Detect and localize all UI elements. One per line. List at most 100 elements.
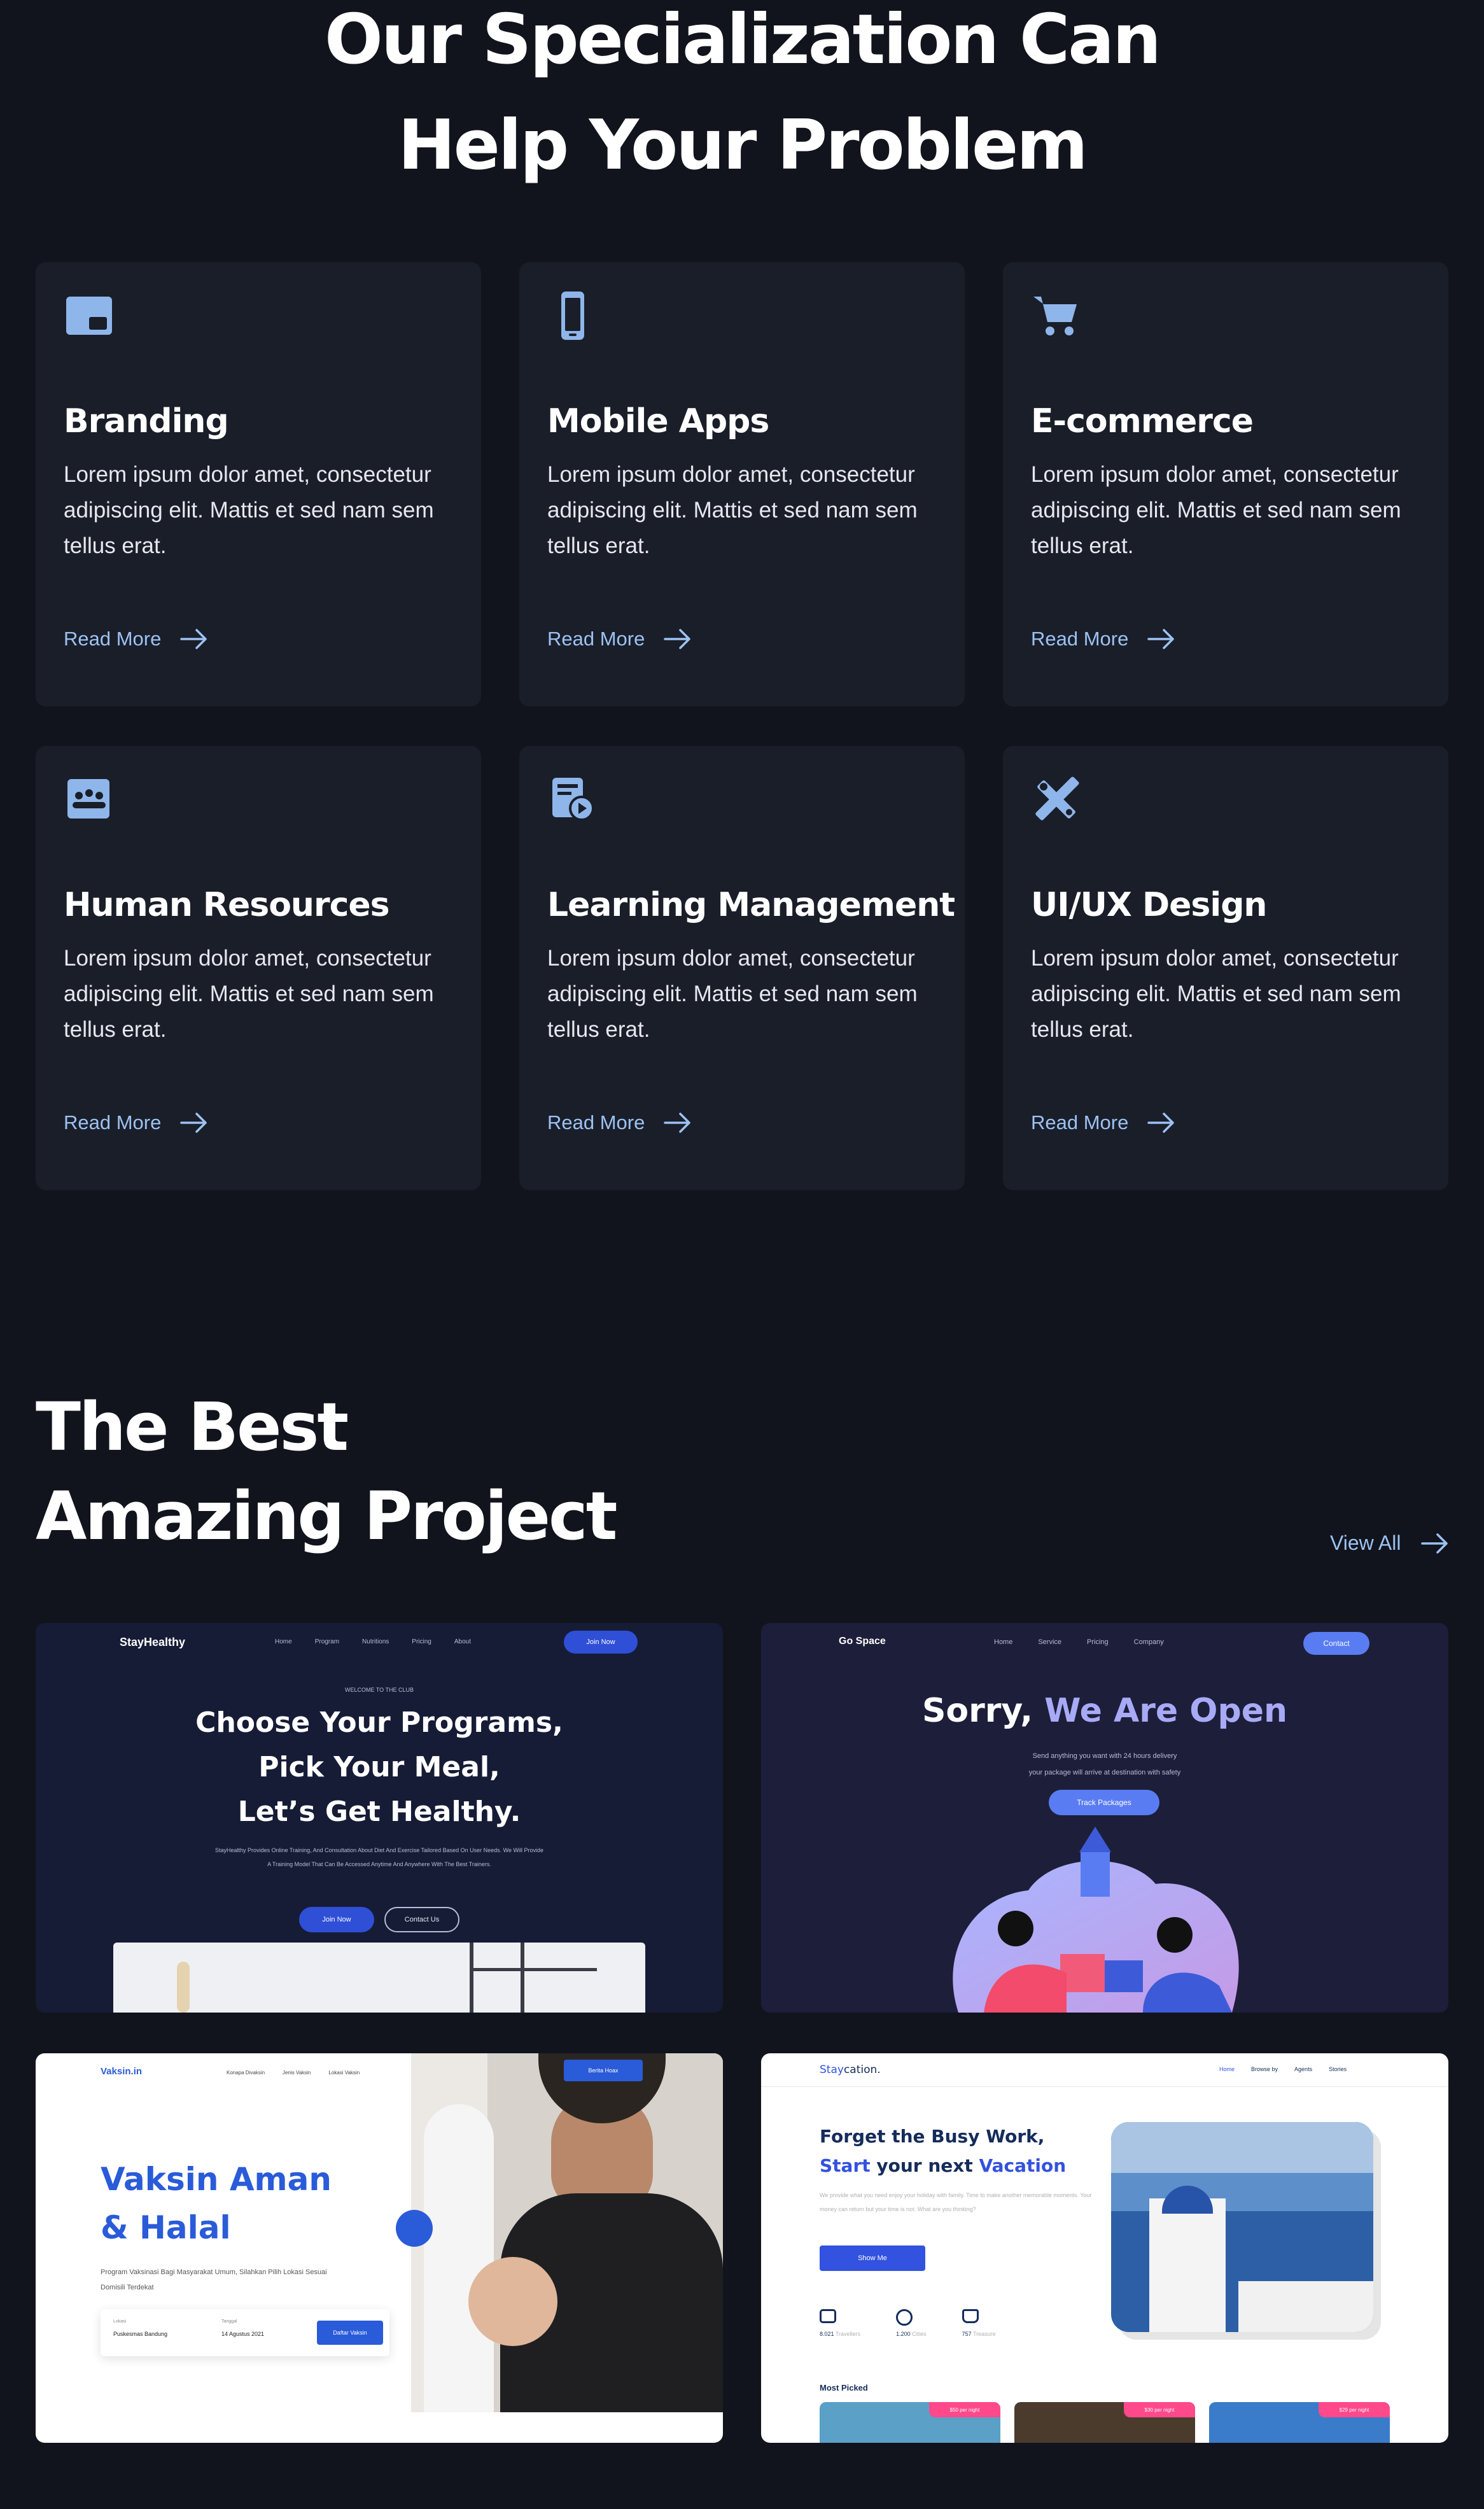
project-nav-item: Browse by bbox=[1251, 2066, 1278, 2072]
form-field-value: Puskesmas Bandung bbox=[113, 2331, 168, 2337]
service-card-human-resources: Human Resources Lorem ipsum dolor amet, … bbox=[36, 746, 481, 1190]
project-card-staycation[interactable]: Staycation. Home Browse by Agents Storie… bbox=[761, 2053, 1448, 2443]
project-booking-form: Lokasi Puskesmas Bandung Tanggal 14 Agus… bbox=[101, 2309, 389, 2356]
read-more-link[interactable]: Read More bbox=[1031, 1111, 1175, 1134]
read-more-label: Read More bbox=[1031, 1111, 1129, 1134]
project-nav: Home Browse by Agents Stories bbox=[1219, 2066, 1347, 2072]
service-title: Mobile Apps bbox=[547, 402, 769, 440]
arrow-right-icon bbox=[180, 1113, 207, 1133]
shopping-cart-icon bbox=[1031, 290, 1082, 341]
service-card-learning-management: Learning Management Lorem ipsum dolor am… bbox=[519, 746, 965, 1190]
project-nav-item: Pricing bbox=[412, 1638, 431, 1645]
project-nav-item: Company bbox=[1133, 1638, 1164, 1646]
service-description: Lorem ipsum dolor amet, consectetur adip… bbox=[1031, 946, 1401, 1042]
video-lesson-icon bbox=[547, 774, 598, 825]
stat-number: 1.200 bbox=[896, 2331, 911, 2337]
project-nav-item: Konapa Divaksin bbox=[227, 2070, 265, 2076]
read-more-link[interactable]: Read More bbox=[1031, 628, 1175, 650]
project-primary-button: Show Me bbox=[820, 2245, 925, 2271]
compass-icon bbox=[896, 2309, 913, 2326]
project-card-stayhealthy[interactable]: StayHealthy Home Program Nutritions Pric… bbox=[36, 1623, 723, 2013]
service-title: Learning Management bbox=[547, 886, 955, 924]
stat-item: 757 Treasure bbox=[962, 2309, 996, 2337]
service-title: E-commerce bbox=[1031, 402, 1254, 440]
project-brand: Staycation. bbox=[820, 2063, 881, 2076]
projects-title: The Best Amazing Project bbox=[36, 1382, 617, 1561]
project-brand: Go Space bbox=[839, 1636, 886, 1647]
read-more-link[interactable]: Read More bbox=[64, 628, 208, 650]
section-title-line-2: Help Your Problem bbox=[398, 106, 1088, 185]
service-description: Lorem ipsum dolor amet, consectetur adip… bbox=[64, 462, 434, 558]
project-body: Program Vaksinasi Bagi Masyarakat Umum, … bbox=[101, 2268, 327, 2291]
project-brand: StayHealthy bbox=[120, 1636, 186, 1648]
read-more-link[interactable]: Read More bbox=[64, 1111, 208, 1134]
project-body: StayHealthy Provides Online Training, An… bbox=[215, 1847, 543, 1867]
read-more-label: Read More bbox=[64, 628, 162, 650]
arrow-right-icon bbox=[1147, 629, 1175, 649]
stat-label: Treasure bbox=[973, 2331, 996, 2337]
stat-number: 8.021 bbox=[820, 2331, 834, 2337]
project-headline: Vaksin Aman & Halal bbox=[101, 2155, 332, 2252]
read-more-label: Read More bbox=[1031, 628, 1129, 650]
arrow-right-icon bbox=[1147, 1113, 1175, 1133]
price-badge: $30 per night bbox=[1124, 2402, 1195, 2417]
project-eyebrow: WELCOME TO THE CLUB bbox=[344, 1687, 414, 1693]
price-badge: $50 per night bbox=[929, 2402, 1000, 2417]
read-more-link[interactable]: Read More bbox=[547, 628, 692, 650]
project-nav-item: Home bbox=[275, 1638, 292, 1645]
project-stats: 8.021 Travellers 1.200 Cities 757 Treasu… bbox=[820, 2309, 996, 2337]
project-hero-photo bbox=[1111, 2122, 1373, 2332]
service-description: Lorem ipsum dolor amet, consectetur adip… bbox=[547, 946, 918, 1042]
stat-label: Cities bbox=[912, 2331, 927, 2337]
arrow-right-icon bbox=[1421, 1533, 1448, 1554]
project-hero-photo bbox=[411, 2053, 723, 2412]
projects-title-line-2: Amazing Project bbox=[36, 1477, 617, 1555]
stat-label: Travellers bbox=[835, 2331, 861, 2337]
view-all-link[interactable]: View All bbox=[1330, 1531, 1449, 1555]
project-brand: Vaksin.in bbox=[101, 2066, 143, 2077]
project-nav-cta: Join Now bbox=[564, 1631, 638, 1654]
project-primary-button: Join Now bbox=[299, 1907, 374, 1932]
delivery-illustration bbox=[953, 1827, 1239, 2013]
project-headline-line: Start your next Vacation bbox=[820, 2151, 1066, 2181]
project-nav-item: Home bbox=[994, 1638, 1013, 1646]
people-icon bbox=[64, 774, 115, 825]
project-headline-line: Choose Your Programs, bbox=[195, 1706, 563, 1739]
service-title: UI/UX Design bbox=[1031, 886, 1267, 924]
project-card-gospace[interactable]: Go Space Home Service Pricing Company Co… bbox=[761, 1623, 1448, 2013]
project-headline-line: Pick Your Meal, bbox=[258, 1751, 500, 1783]
stat-number: 757 bbox=[962, 2331, 972, 2337]
projects-title-line-1: The Best bbox=[36, 1388, 349, 1466]
stat-item: 8.021 Travellers bbox=[820, 2309, 860, 2337]
project-headline-line: & Halal bbox=[101, 2209, 231, 2246]
section-title-line-1: Our Specialization Can bbox=[325, 0, 1161, 80]
service-description: Lorem ipsum dolor amet, consectetur adip… bbox=[547, 462, 918, 558]
design-tools-icon bbox=[1031, 774, 1082, 825]
most-picked-heading: Most Picked bbox=[820, 2383, 868, 2393]
project-nav-item: Service bbox=[1038, 1638, 1062, 1646]
syringe-icon bbox=[396, 2210, 433, 2247]
mobile-phone-icon bbox=[547, 290, 598, 341]
project-subtext-line: your package will arrive at destination … bbox=[1028, 1769, 1181, 1776]
project-hero-image bbox=[113, 1943, 645, 2013]
project-headline-line: Vaksin Aman bbox=[101, 2161, 332, 2198]
arrow-right-icon bbox=[664, 1113, 691, 1133]
services-grid: Branding Lorem ipsum dolor amet, consect… bbox=[36, 262, 1448, 1190]
project-headline-part: your next bbox=[870, 2155, 979, 2176]
project-nav-cta: Contact bbox=[1303, 1632, 1369, 1655]
project-card-vaksin[interactable]: Vaksin.in Konapa Divaksin Jenis Vaksin L… bbox=[36, 2053, 723, 2443]
form-field-label: Lokasi bbox=[113, 2319, 127, 2324]
project-nav: Home Service Pricing Company bbox=[994, 1638, 1164, 1646]
read-more-link[interactable]: Read More bbox=[547, 1111, 692, 1134]
listing-thumb: $29 per night bbox=[1209, 2402, 1390, 2443]
project-nav-item: Stories bbox=[1329, 2066, 1347, 2072]
camera-icon bbox=[820, 2309, 836, 2323]
project-headline: Choose Your Programs, Pick Your Meal, Le… bbox=[36, 1701, 723, 1834]
service-card-ecommerce: E-commerce Lorem ipsum dolor amet, conse… bbox=[1003, 262, 1448, 706]
project-nav-item: Agents bbox=[1294, 2066, 1313, 2072]
service-title: Human Resources bbox=[64, 886, 390, 924]
project-headline-part: We Are Open bbox=[1044, 1692, 1288, 1730]
service-card-ui-ux-design: UI/UX Design Lorem ipsum dolor amet, con… bbox=[1003, 746, 1448, 1190]
section-title: Our Specialization Can Help Your Problem bbox=[0, 0, 1484, 199]
project-subtext-line: Send anything you want with 24 hours del… bbox=[1032, 1752, 1177, 1760]
